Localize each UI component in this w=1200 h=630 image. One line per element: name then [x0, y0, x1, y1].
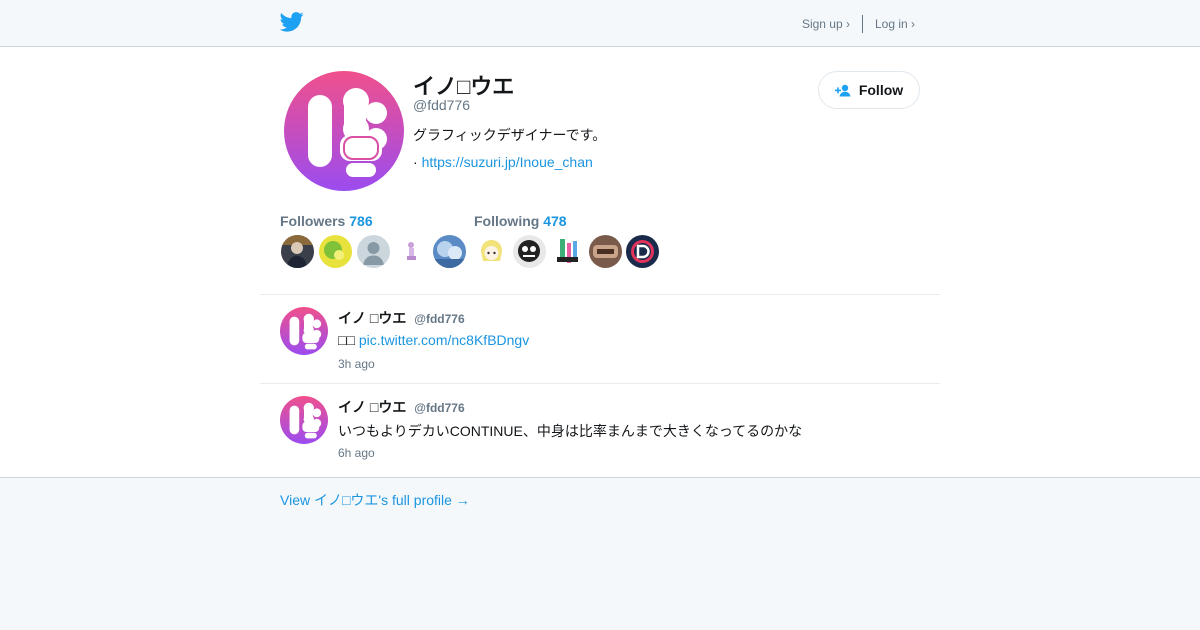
tweet-header: イノ □ウエ @fdd776 [338, 397, 465, 417]
tweet-avatar[interactable] [280, 307, 328, 355]
tweet-timestamp[interactable]: 6h ago [338, 446, 375, 460]
following-avatar[interactable] [513, 235, 546, 268]
tweet[interactable]: イノ □ウエ @fdd776 いつもよりデカいCONTINUE、中身は比率まんま… [260, 384, 940, 472]
profile-embed: イノ□ウエ @fdd776 グラフィックデザイナーです。 · https://s… [0, 47, 1200, 478]
tweet-header: イノ □ウエ @fdd776 [338, 308, 465, 328]
bio: グラフィックデザイナーです。 [413, 127, 607, 143]
following-count: 478 [543, 213, 567, 229]
following-stat[interactable]: Following 478 [474, 213, 567, 229]
divider [861, 15, 863, 33]
login-link[interactable]: Log in › [875, 17, 915, 31]
profile-url[interactable]: https://suzuri.jp/Inoue_chan [422, 154, 593, 170]
follower-avatar[interactable] [357, 235, 390, 268]
following-avatar[interactable] [626, 235, 659, 268]
tweet-author-name[interactable]: イノ □ウエ [338, 310, 406, 326]
tweet-author-handle[interactable]: @fdd776 [414, 401, 464, 415]
tweet-text: いつもよりデカいCONTINUE、中身は比率まんまで大きくなってるのかな [338, 423, 803, 439]
signup-link[interactable]: Sign up › [802, 17, 850, 31]
followers-label: Followers [280, 213, 346, 229]
follower-avatar[interactable] [281, 235, 314, 268]
tweet-media-link[interactable]: pic.twitter.com/nc8KfBDngv [359, 332, 529, 348]
tweet-author-handle[interactable]: @fdd776 [414, 312, 464, 326]
tweet-avatar[interactable] [280, 396, 328, 444]
tweet-text-prefix: □□ [338, 332, 355, 348]
tweet-text: □□ pic.twitter.com/nc8KfBDngv [338, 332, 529, 348]
following-label: Following [474, 213, 540, 229]
url-prefix: · [413, 154, 418, 170]
follower-avatar[interactable] [319, 235, 352, 268]
auth-links: Sign up › Log in › [802, 15, 915, 33]
avatar[interactable] [284, 71, 404, 191]
follow-label: Follow [858, 82, 904, 98]
followers-count: 786 [349, 213, 373, 229]
top-bar: Sign up › Log in › [0, 0, 1200, 47]
follower-avatar[interactable] [395, 235, 428, 268]
profile-url-line: · https://suzuri.jp/Inoue_chan [413, 154, 593, 170]
tweet-author-name[interactable]: イノ □ウエ [338, 399, 406, 415]
following-avatar[interactable] [475, 235, 508, 268]
user-handle: @fdd776 [413, 97, 471, 113]
following-avatar[interactable] [589, 235, 622, 268]
follower-avatar[interactable] [433, 235, 466, 268]
tweet-timestamp[interactable]: 3h ago [338, 357, 375, 371]
tweet[interactable]: イノ □ウエ @fdd776 □□ pic.twitter.com/nc8KfB… [260, 295, 940, 383]
twitter-bird-icon[interactable] [279, 11, 304, 33]
add-user-icon [834, 84, 852, 97]
view-full-profile-link[interactable]: View イノ□ウエ's full profile → [280, 490, 470, 510]
follow-button[interactable]: Follow [818, 71, 920, 109]
following-avatar[interactable] [551, 235, 584, 268]
followers-stat[interactable]: Followers 786 [280, 213, 373, 229]
